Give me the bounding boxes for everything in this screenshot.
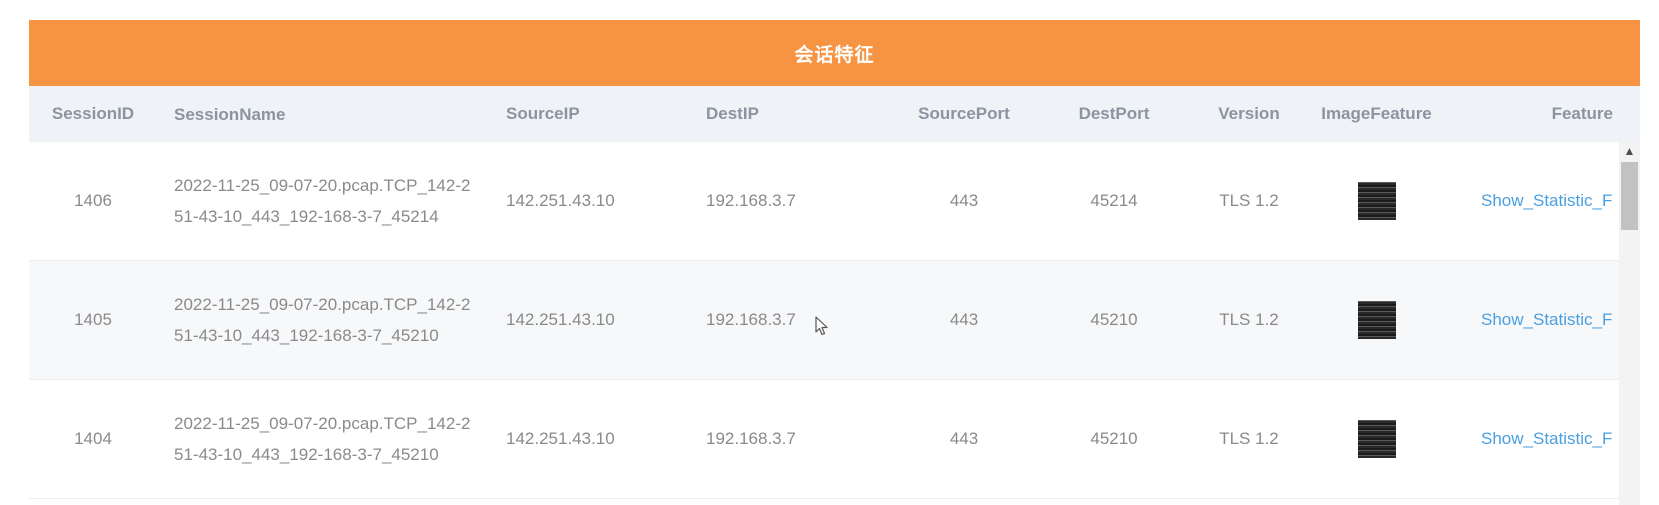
column-header-session-name[interactable]: SessionName [174,86,479,142]
session-id: 1404 [74,429,112,448]
tls-version: TLS 1.2 [1219,191,1279,210]
column-header-session-id[interactable]: SessionID [29,86,157,142]
dest-port: 45210 [1090,429,1138,448]
feature-cell: Show_Statistic_F [1481,261,1619,379]
dest-ip: 192.168.3.7 [706,191,796,210]
show-statistic-link[interactable]: Show_Statistic_F [1481,429,1612,449]
table-header: SessionID SessionName SourceIP DestIP So… [29,86,1640,142]
column-header-source-ip[interactable]: SourceIP [506,86,686,142]
column-header-version[interactable]: Version [1189,86,1309,142]
image-feature-cell [1304,142,1449,260]
dest-port: 45214 [1090,191,1138,210]
column-header-dest-ip[interactable]: DestIP [706,86,886,142]
dest-port: 45210 [1090,310,1138,329]
show-statistic-link[interactable]: Show_Statistic_F [1481,191,1612,211]
session-name: 2022-11-25_09-07-20.pcap.TCP_142-251-43-… [174,295,471,345]
column-header-dest-port[interactable]: DestPort [1049,86,1179,142]
source-ip: 142.251.43.10 [506,310,615,329]
show-statistic-link[interactable]: Show_Statistic_F [1481,310,1612,330]
mouse-pointer-icon [815,316,828,336]
source-port: 443 [949,429,979,448]
session-id: 1405 [74,310,112,329]
source-ip: 142.251.43.10 [506,429,615,448]
scrollbar-thumb[interactable] [1621,162,1638,230]
source-port: 443 [949,191,979,210]
tls-version: TLS 1.2 [1219,429,1279,448]
image-feature-cell [1304,380,1449,498]
scroll-up-arrow-icon[interactable]: ▲ [1619,142,1640,160]
column-header-image-feature[interactable]: ImageFeature [1304,86,1449,142]
image-thumbnail-icon[interactable] [1357,182,1396,220]
feature-cell: Show_Statistic_F [1481,380,1619,498]
image-thumbnail-icon[interactable] [1357,301,1396,339]
feature-cell: Show_Statistic_F [1481,142,1619,260]
image-feature-cell [1304,261,1449,379]
session-name: 2022-11-25_09-07-20.pcap.TCP_142-251-43-… [174,176,471,226]
panel-title: 会话特征 [29,20,1640,86]
vertical-scrollbar[interactable]: ▲ [1619,142,1640,505]
dest-ip: 192.168.3.7 [706,429,796,448]
source-port: 443 [949,310,979,329]
column-header-source-port[interactable]: SourcePort [899,86,1029,142]
source-ip: 142.251.43.10 [506,191,615,210]
table-row[interactable]: 1406 2022-11-25_09-07-20.pcap.TCP_142-25… [29,142,1619,261]
session-features-panel: 会话特征 SessionID SessionName SourceIP Dest… [29,20,1640,505]
tls-version: TLS 1.2 [1219,310,1279,329]
session-id: 1406 [74,191,112,210]
session-name: 2022-11-25_09-07-20.pcap.TCP_142-251-43-… [174,414,471,464]
column-header-feature[interactable]: Feature [1469,86,1640,142]
dest-ip: 192.168.3.7 [706,310,796,329]
image-thumbnail-icon[interactable] [1357,420,1396,458]
table-row[interactable]: 1404 2022-11-25_09-07-20.pcap.TCP_142-25… [29,380,1619,499]
